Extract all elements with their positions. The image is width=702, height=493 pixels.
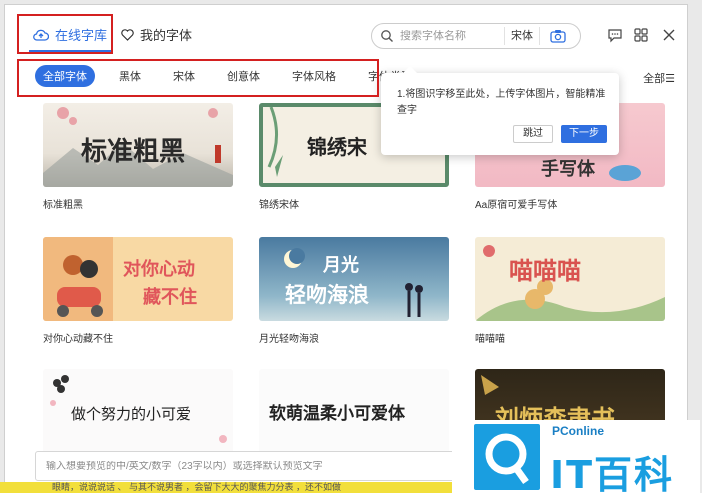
font-preview-thumbnail: 喵喵喵	[475, 237, 665, 321]
menu-lines-icon: ☰	[665, 73, 675, 85]
font-preview-text: 手写体	[541, 159, 595, 180]
tab-my-fonts[interactable]: 我的字体	[121, 25, 192, 44]
font-card[interactable]: 做个努力的小可爱	[43, 369, 233, 453]
skip-button[interactable]: 跳过	[513, 125, 553, 143]
font-search-bar[interactable]: 宋体	[371, 23, 581, 49]
search-font-selector[interactable]: 宋体	[504, 27, 540, 45]
font-preview-thumbnail: 月光 轻吻海浪	[259, 237, 449, 321]
font-preview-thumbnail: 标准粗黑	[43, 103, 233, 187]
preview-text-input[interactable]	[46, 460, 454, 472]
tooltip-text: 1.将图识字移至此处，上传字体图片，智能精准查字	[397, 89, 606, 116]
font-search-input[interactable]	[400, 30, 504, 42]
chat-icon[interactable]	[607, 27, 623, 43]
tooltip-arrow	[403, 66, 417, 73]
tab-mine-label: 我的字体	[140, 28, 193, 43]
all-filter-label: 全部	[643, 73, 666, 85]
font-preview-text-line1: 对你心动	[123, 259, 195, 280]
font-library-window: 在线字库 我的字体 宋体	[4, 4, 688, 486]
font-preview-text-line1: 月光	[323, 255, 359, 276]
font-card[interactable]: 喵喵喵 喵喵喵	[475, 237, 665, 345]
font-card[interactable]: 标准粗黑 标准粗黑	[43, 103, 233, 211]
next-step-button[interactable]: 下一步	[561, 125, 607, 143]
all-filter-button[interactable]: 全部☰	[643, 70, 675, 86]
font-card[interactable]: 对你心动 藏不住 对你心动藏不住	[43, 237, 233, 345]
font-card-label: 标准粗黑	[43, 200, 83, 211]
font-card[interactable]: 软萌温柔小可爱体	[259, 369, 449, 453]
font-card-label: 月光轻吻海浪	[259, 334, 319, 345]
tooltip-buttons: 跳过 下一步	[513, 125, 607, 143]
font-preview-text-line2: 藏不住	[143, 287, 197, 308]
camera-icon[interactable]	[550, 29, 566, 43]
font-card-label: 对你心动藏不住	[43, 334, 113, 345]
font-preview-text: 软萌温柔小可爱体	[269, 404, 405, 424]
font-card-label: 喵喵喵	[475, 334, 505, 345]
watermark-title: IT百科	[550, 453, 675, 493]
search-icon	[381, 30, 393, 42]
font-preview-text: 标准粗黑	[81, 137, 186, 167]
watermark-brand: PConline	[552, 424, 605, 438]
font-card-label: 锦绣宋体	[259, 200, 299, 211]
font-card-label: Aa原宿可爱手写体	[475, 200, 558, 211]
font-card[interactable]: 月光 轻吻海浪 月光轻吻海浪	[259, 237, 449, 345]
highlight-box-online-tab	[17, 14, 113, 54]
font-preview-text: 喵喵喵	[509, 256, 581, 285]
font-preview-text: 锦绣宋	[307, 135, 367, 159]
preview-text-field[interactable]	[35, 451, 455, 481]
apps-grid-icon[interactable]	[633, 27, 649, 43]
font-preview-thumbnail: 软萌温柔小可爱体	[259, 369, 449, 453]
onboarding-tooltip: 1.将图识字移至此处，上传字体图片，智能精准查字 跳过 下一步	[381, 66, 619, 155]
pconline-watermark: PConline IT百科	[452, 420, 700, 493]
font-preview-text-line2: 轻吻海浪	[285, 282, 369, 307]
font-preview-text: 做个努力的小可爱	[71, 405, 192, 423]
highlight-box-categories	[17, 59, 379, 97]
font-preview-thumbnail: 对你心动 藏不住	[43, 237, 233, 321]
background-text-strip: 眼睛，说说说话 、 与其不说男者 ，会留下大大的聚焦力分表 ，还不如做	[0, 482, 470, 493]
pconline-logo	[474, 424, 540, 490]
close-icon[interactable]	[661, 27, 677, 43]
heart-icon	[121, 28, 134, 41]
magnifier-logo-icon	[485, 433, 529, 485]
font-preview-thumbnail: 做个努力的小可爱	[43, 369, 233, 453]
